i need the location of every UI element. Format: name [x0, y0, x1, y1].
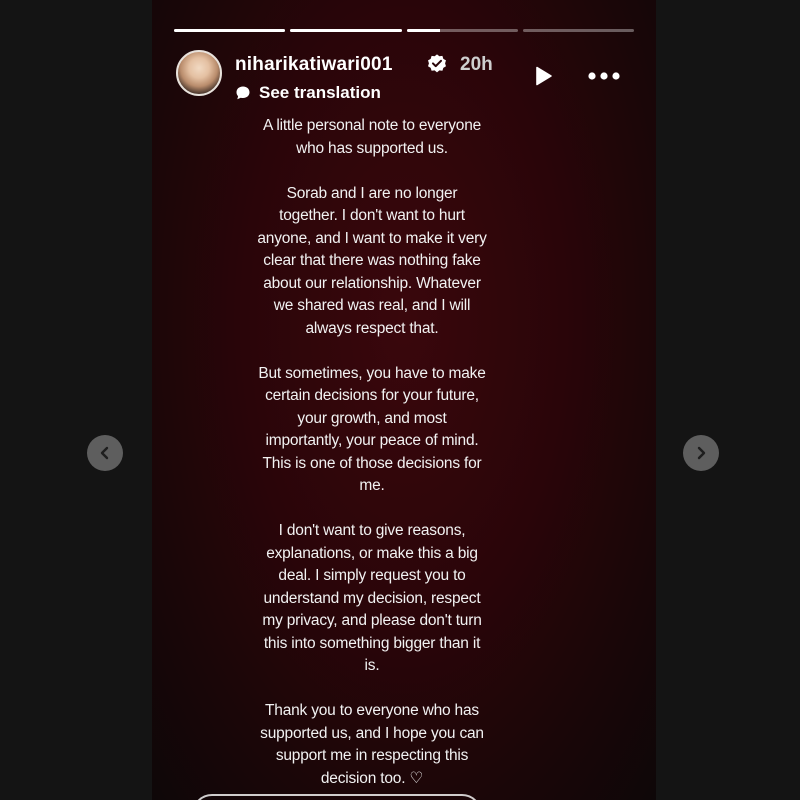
see-translation-button[interactable]: See translation: [235, 83, 381, 103]
chevron-right-icon: [697, 446, 706, 460]
previous-story-button[interactable]: [87, 435, 123, 471]
story-progress-bar: [174, 29, 634, 32]
speech-bubble-icon: [236, 86, 250, 100]
progress-segment-fill: [406, 29, 440, 32]
see-translation-label: See translation: [259, 83, 381, 102]
story-line: is.: [364, 657, 380, 674]
story-line: certain decisions for your future,: [265, 387, 479, 404]
story-line: This is one of those decisions for: [262, 454, 482, 472]
story-line: Sorab and I are no longer: [286, 184, 458, 202]
story-paragraph: Thank you to everyone who has supported u…: [212, 700, 532, 790]
story-line: deal. I simply request you to: [278, 567, 466, 584]
story-line: A little personal note to everyone: [262, 117, 482, 134]
verified-badge-icon: [428, 54, 446, 73]
progress-segment: [174, 29, 286, 32]
story-line: about our relationship. Whatever: [263, 274, 481, 292]
story-viewer: niharikatiwari001 20h See translation A …: [0, 0, 800, 800]
story-line: supported us, and I hope you can: [260, 724, 484, 742]
story-line: clear that there was nothing fake: [263, 252, 481, 269]
story-header: niharikatiwari001 20h See translation: [176, 50, 632, 106]
story-line: explanations, or make this a big: [266, 544, 478, 562]
story-paragraph: But sometimes, you have to make certain d…: [212, 363, 532, 498]
progress-segment: [406, 29, 518, 32]
story-card[interactable]: niharikatiwari001 20h See translation A …: [152, 0, 656, 800]
story-line: this into something bigger than it: [263, 634, 481, 652]
post-time: 20h: [460, 54, 493, 75]
story-line: importantly, your peace of mind.: [265, 432, 479, 449]
chevron-left-icon: [100, 446, 109, 460]
progress-segment: [522, 29, 634, 32]
story-line: understand my decision, respect: [263, 589, 481, 607]
story-line: anyone, and I want to make it very: [257, 229, 487, 247]
play-icon[interactable]: [532, 65, 554, 87]
next-story-button[interactable]: [683, 435, 719, 471]
story-line: my privacy, and please don't turn: [262, 612, 482, 629]
avatar[interactable]: [176, 50, 222, 96]
story-line: your growth, and most: [297, 409, 447, 427]
story-line: decision too. ♡: [320, 769, 424, 787]
progress-segment: [290, 29, 402, 32]
story-paragraph: I don't want to give reasons, explanation…: [212, 520, 532, 678]
story-line: But sometimes, you have to make: [258, 364, 486, 382]
story-paragraph: A little personal note to everyone who ha…: [212, 115, 532, 160]
story-line: always respect that.: [305, 319, 439, 337]
story-text: A little personal note to everyone who ha…: [212, 115, 532, 800]
progress-segment-fill: [174, 29, 286, 32]
story-line: Thank you to everyone who has: [265, 702, 479, 719]
more-options-icon[interactable]: [586, 66, 622, 86]
reply-input[interactable]: [192, 794, 482, 800]
story-line: we shared was real, and I will: [273, 297, 471, 314]
story-line: me.: [359, 477, 385, 494]
username-link[interactable]: niharikatiwari001: [235, 54, 393, 76]
story-line: support me in respecting this: [275, 747, 469, 764]
progress-segment-fill: [290, 29, 402, 32]
story-line: together. I don't want to hurt: [279, 207, 465, 224]
story-line: I don't want to give reasons,: [278, 522, 466, 539]
story-line: who has supported us.: [296, 139, 448, 157]
story-paragraph: Sorab and I are no longer together. I don…: [212, 183, 532, 341]
